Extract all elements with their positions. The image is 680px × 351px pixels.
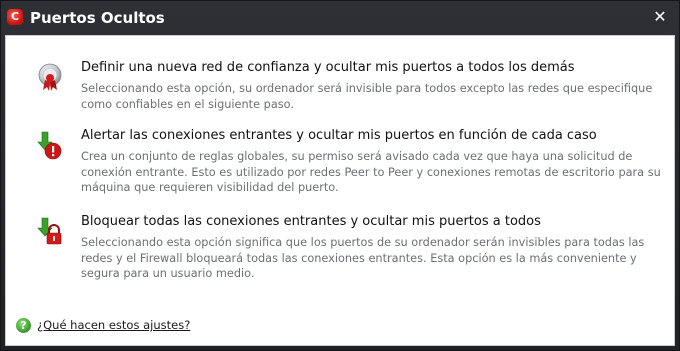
option-title: Definir una nueva red de confianza y ocu…	[81, 60, 575, 75]
option-description: Crea un conjunto de reglas globales, su …	[81, 150, 661, 194]
alert-arrow-icon	[37, 131, 62, 160]
app-logo-icon: C	[7, 9, 23, 25]
shield-ribbon-icon	[38, 63, 62, 91]
option-description: Seleccionando esta opción significa que …	[81, 236, 645, 280]
help-link[interactable]: ¿Qué hacen estos ajustes?	[37, 318, 190, 332]
help-link-row[interactable]: ? ¿Qué hacen estos ajustes?	[16, 316, 190, 334]
dialog-window: C Puertos Ocultos ✕ Definir una nueva re…	[0, 0, 680, 351]
lock-arrow-icon	[37, 217, 62, 245]
close-button[interactable]: ✕	[653, 8, 667, 26]
option-title: Bloquear todas las conexiones entrantes …	[81, 214, 541, 229]
option-description: Seleccionando esta opción, su ordenador …	[81, 82, 653, 111]
dialog-content: Definir una nueva red de confianza y ocu…	[5, 35, 675, 346]
option-title: Alertar las conexiones entrantes y ocult…	[81, 128, 597, 143]
title-bar[interactable]: C Puertos Ocultos ✕	[1, 1, 679, 35]
dialog-title: Puertos Ocultos	[30, 9, 165, 27]
help-icon: ?	[16, 317, 31, 333]
